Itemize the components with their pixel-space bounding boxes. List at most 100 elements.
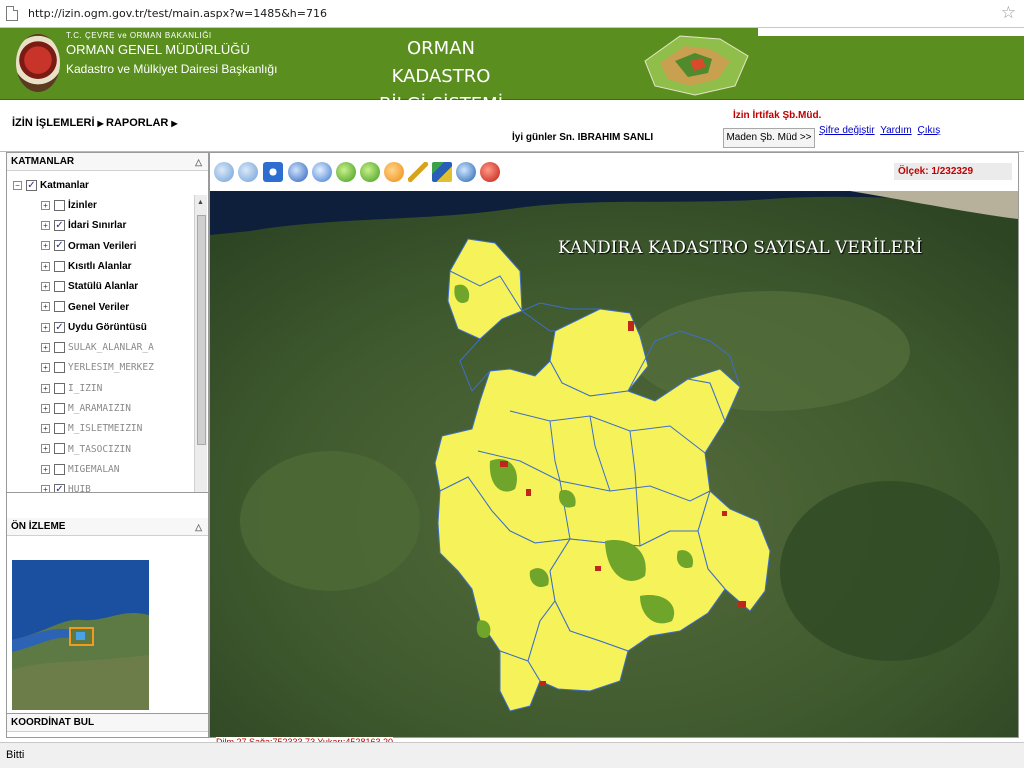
layer-root-checkbox[interactable]: ✓ (26, 179, 37, 191)
zoom-in-icon[interactable] (214, 162, 234, 182)
layer-checkbox[interactable]: ✓ (54, 240, 65, 252)
expand-icon[interactable]: + (41, 302, 50, 312)
layer-item[interactable]: + ✓ HUIB (41, 481, 91, 492)
preview-panel-title: ÖN İZLEME (11, 521, 66, 532)
pan-icon[interactable] (263, 162, 283, 182)
back-icon[interactable] (336, 162, 356, 182)
layer-item[interactable]: + MIGEMALAN (41, 461, 119, 478)
layer-checkbox[interactable] (54, 281, 65, 293)
map-scale: Ölçek: 1/232329 (894, 163, 1012, 180)
menu-permit-operations-label: İZİN İŞLEMLERİ (12, 117, 95, 129)
stop-icon[interactable] (480, 162, 500, 182)
layer-label: MIGEMALAN (68, 463, 120, 475)
expand-icon[interactable]: + (41, 322, 50, 332)
menu-arrow-icon: ▶ (171, 119, 178, 128)
refresh-icon[interactable] (312, 162, 332, 182)
expand-icon[interactable]: + (41, 221, 50, 231)
ministry-name: T.C. ÇEVRE ve ORMAN BAKANLIĞI (66, 31, 212, 40)
layer-checkbox[interactable] (54, 199, 65, 211)
forward-icon[interactable] (360, 162, 380, 182)
layer-checkbox[interactable]: ✓ (54, 220, 65, 232)
layer-checkbox[interactable] (54, 443, 65, 455)
menu-reports[interactable]: RAPORLAR ▶ (106, 117, 178, 129)
menu-permit-operations[interactable]: İZİN İŞLEMLERİ ▶ (12, 117, 104, 129)
layer-item[interactable]: + YERLESIM_MERKEZ (41, 359, 154, 376)
layer-checkbox[interactable] (54, 301, 65, 313)
layer-label: M_ISLETMEIZIN (68, 423, 143, 435)
layer-checkbox[interactable] (54, 463, 65, 475)
layer-item[interactable]: + Statülü Alanlar (41, 278, 138, 295)
layer-root[interactable]: − ✓ Katmanlar (13, 177, 89, 194)
layer-root-label: Katmanlar (40, 180, 89, 191)
expand-icon[interactable]: + (41, 424, 50, 434)
collapse-icon[interactable]: △ (195, 518, 202, 536)
help-icon[interactable] (384, 162, 404, 182)
layer-checkbox[interactable] (54, 402, 65, 414)
collapse-icon[interactable]: △ (195, 153, 202, 171)
menu-bar: İZİN İŞLEMLERİ ▶ RAPORLAR ▶ İyi günler Sn.… (0, 100, 1024, 152)
expand-icon[interactable]: + (41, 282, 50, 292)
layer-checkbox[interactable] (54, 362, 65, 374)
layer-checkbox[interactable]: ✓ (54, 484, 65, 492)
layer-checkbox[interactable] (54, 382, 65, 394)
terrain-patch (780, 481, 1000, 661)
preview-panel-header[interactable]: ÖN İZLEME △ (7, 518, 208, 536)
layer-item[interactable]: + İzinler (41, 197, 97, 214)
menu-reports-label: RAPORLAR (106, 117, 169, 129)
layer-item[interactable]: + M_ARAMAIZIN (41, 400, 131, 417)
layer-scrollbar[interactable]: ▲ ▼ (194, 195, 207, 492)
map-canvas[interactable] (210, 191, 1018, 737)
layer-item[interactable]: + ✓ Orman Verileri (41, 238, 136, 255)
layer-checkbox[interactable] (54, 341, 65, 353)
coordinate-panel-header[interactable]: KOORDİNAT BUL (7, 714, 208, 732)
scrollbar-thumb[interactable] (197, 215, 206, 445)
favorite-star-icon[interactable]: ☆ (1001, 4, 1016, 22)
layer-item[interactable]: + I_IZIN (41, 380, 102, 397)
url-text[interactable]: http://izin.ogm.gov.tr/test/main.aspx?w=… (28, 7, 327, 20)
left-panel: KATMANLAR △ − ✓ Katmanlar + İzinler + ✓ İdari … (6, 152, 209, 738)
layer-label: Statülü Alanlar (68, 281, 139, 293)
layer-item[interactable]: + Genel Veriler (41, 299, 129, 316)
scroll-up-icon[interactable]: ▲ (197, 199, 204, 206)
expand-icon[interactable]: + (41, 464, 50, 474)
layer-item[interactable]: + M_ISLETMEIZIN (41, 420, 142, 437)
help-link[interactable]: Yardım (880, 125, 912, 136)
browser-address-bar[interactable]: http://izin.ogm.gov.tr/test/main.aspx?w=… (0, 0, 1024, 28)
layer-item[interactable]: + Kısıtlı Alanlar (41, 258, 132, 275)
expand-icon[interactable]: + (41, 261, 50, 271)
layers-panel-header[interactable]: KATMANLAR △ (7, 153, 208, 171)
change-password-link[interactable]: Şifre değiştir (819, 125, 875, 136)
switch-unit-button[interactable]: Maden Şb. Müd >> (723, 128, 815, 148)
page-icon (6, 6, 18, 21)
globe-icon[interactable] (456, 162, 476, 182)
overview-map[interactable] (12, 560, 149, 710)
expand-icon[interactable]: + (41, 383, 50, 393)
expand-icon[interactable]: + (41, 444, 50, 454)
layer-checkbox[interactable] (54, 423, 65, 435)
map-area: Ölçek: 1/232329 KANDIRA KADASTRO SAYISAL… (209, 152, 1019, 747)
logout-link[interactable]: Çıkış (917, 125, 940, 136)
terrain-patch (240, 451, 420, 591)
layer-item[interactable]: + ✓ Uydu Görüntüsü (41, 319, 147, 336)
user-greeting: İyi günler Sn. IBRAHIM SANLI (512, 132, 654, 143)
expand-icon[interactable]: + (41, 363, 50, 373)
measure-icon[interactable] (408, 162, 428, 182)
expand-icon[interactable]: + (41, 200, 50, 210)
draw-icon[interactable] (432, 162, 452, 182)
map-title: KANDIRA KADASTRO SAYISAL VERİLERİ (558, 238, 923, 258)
collapse-tree-icon[interactable]: − (13, 180, 22, 190)
layer-checkbox[interactable] (54, 260, 65, 272)
layer-item[interactable]: + M_TASOCIZIN (41, 441, 131, 458)
zoom-out-icon[interactable] (238, 162, 258, 182)
layer-item[interactable]: + SULAK_ALANLAR_A (41, 339, 154, 356)
layer-item[interactable]: + ✓ İdari Sınırlar (41, 217, 126, 234)
department-name: Kadastro ve Mülkiyet Dairesi Başkanlığı (66, 62, 278, 76)
organization-name: ORMAN GENEL MÜDÜRLÜĞÜ (66, 42, 250, 57)
expand-icon[interactable]: + (41, 241, 50, 251)
full-extent-icon[interactable] (288, 162, 308, 182)
expand-icon[interactable]: + (41, 403, 50, 413)
expand-icon[interactable]: + (41, 342, 50, 352)
expand-icon[interactable]: + (41, 485, 50, 492)
unit-label: İzin İrtifak Şb.Müd. (733, 110, 822, 121)
layer-checkbox[interactable]: ✓ (54, 321, 65, 333)
